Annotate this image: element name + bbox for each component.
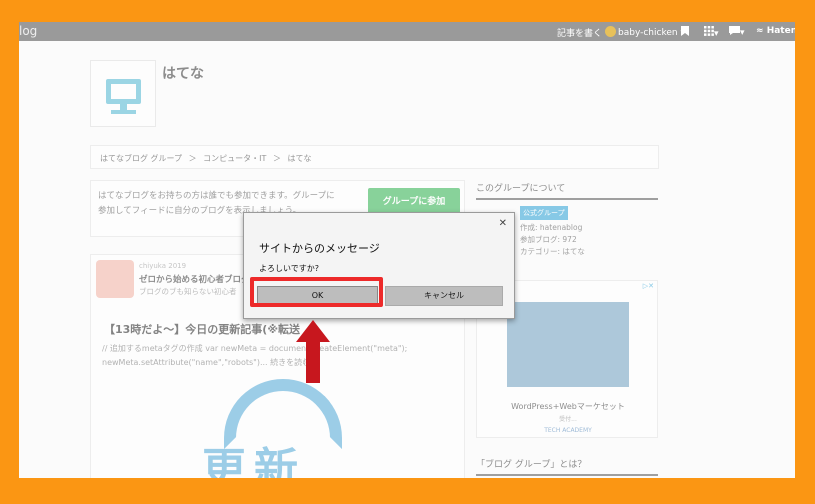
breadcrumb-item[interactable]: はてなブログ グループ — [100, 154, 182, 163]
ad-text: 受付... — [559, 416, 577, 423]
breadcrumb-separator: ＞ — [188, 154, 197, 163]
dialog-title: サイトからのメッセージ — [259, 242, 380, 255]
bookmark-icon[interactable] — [681, 26, 689, 39]
entry-title-link[interactable]: 【13時だよ〜】今日の更新記事(※転送 — [104, 321, 300, 337]
user-avatar-icon — [605, 26, 616, 37]
entry-thumbnail[interactable]: 更新 — [194, 379, 362, 478]
write-article-link[interactable]: 記事を書く — [557, 26, 602, 39]
breadcrumb-separator: ＞ — [272, 154, 281, 163]
breadcrumb-item[interactable]: はてな — [288, 154, 312, 163]
blog-description: ブログのブも知らない初心者 — [139, 287, 237, 296]
group-thumbnail — [90, 60, 156, 127]
group-member-count: 参加ブログ: 972 — [520, 235, 577, 244]
group-author: 作成: hatenablog — [520, 223, 583, 232]
update-kanji-text: 更新 — [202, 444, 306, 478]
blog-group-heading: 「ブログ グループ」とは？ — [476, 457, 658, 476]
username: baby-chicken — [618, 28, 678, 38]
apps-caret: ▾ — [714, 29, 719, 39]
group-title: はてな — [162, 66, 204, 82]
ok-button-highlight — [250, 277, 383, 307]
ad-title[interactable]: WordPress+Webマーケセット — [477, 401, 659, 412]
topbar-brand[interactable]: log — [19, 24, 37, 38]
apps-grid-icon[interactable]: ▾ — [704, 26, 719, 39]
red-arrow-up-icon — [296, 320, 330, 383]
notification-caret: ▾ — [740, 28, 745, 38]
hatena-topbar: log 記事を書く baby-chicken ▾ ▾ ▾ ≈ Haten — [19, 22, 795, 41]
user-menu[interactable]: baby-chicken ▾ — [605, 26, 685, 38]
notification-icon[interactable]: ▾ — [729, 26, 745, 38]
about-group-heading: このグループについて — [476, 181, 658, 200]
blog-title-link[interactable]: ゼロから始める初心者ブログ — [139, 273, 250, 285]
official-group-badge: 公式グループ — [520, 206, 568, 220]
group-category: カテゴリー: はてな — [520, 247, 585, 256]
entry-snippet: // 追加するmetaタグの作成 var newMeta = document.… — [102, 344, 408, 367]
cancel-button[interactable]: キャンセル — [385, 286, 503, 306]
ad-choices-icon[interactable]: ▷✕ — [643, 282, 654, 290]
blog-avatar[interactable] — [96, 260, 134, 298]
entry-meta: chiyuka 2019 — [139, 262, 187, 270]
breadcrumb: はてなブログ グループ ＞ コンピュータ・IT ＞ はてな — [90, 145, 659, 169]
close-icon[interactable]: ✕ — [499, 218, 507, 229]
ad-image[interactable] — [507, 302, 629, 387]
computer-monitor-icon — [106, 79, 141, 104]
hatena-logo[interactable]: ≈ Haten — [756, 26, 795, 36]
breadcrumb-item[interactable]: コンピュータ・IT — [203, 154, 266, 163]
ad-sponsor: TECH ACADEMY — [544, 427, 592, 434]
dialog-message: よろしいですか? — [259, 264, 320, 273]
